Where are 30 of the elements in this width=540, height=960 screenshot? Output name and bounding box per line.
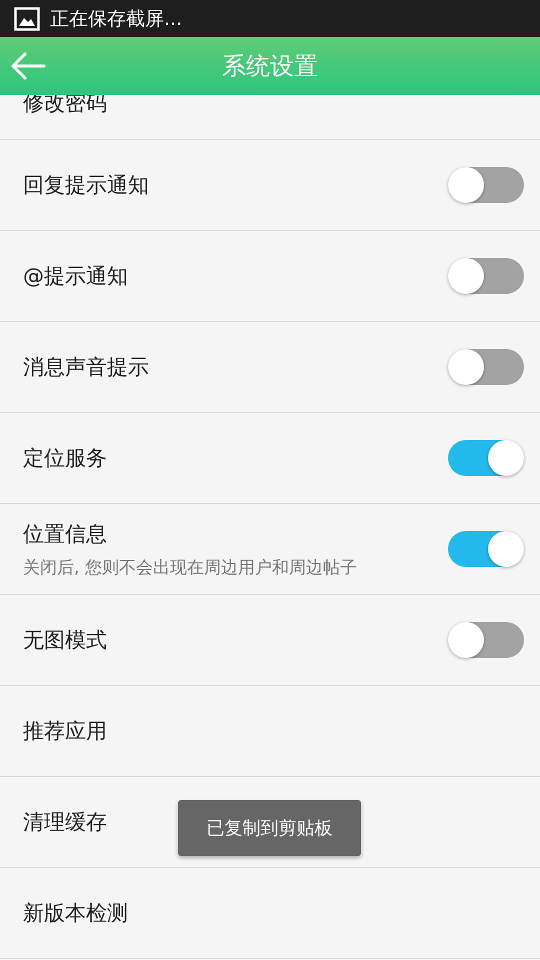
settings-row[interactable]: 新版本检测 <box>0 868 540 959</box>
settings-row[interactable]: 无图模式 <box>0 595 540 686</box>
settings-row[interactable]: 位置信息 关闭后, 您则不会出现在周边用户和周边帖子 <box>0 504 540 595</box>
settings-row[interactable]: @提示通知 <box>0 231 540 322</box>
toggle-switch[interactable] <box>448 258 524 294</box>
settings-row[interactable]: 消息声音提示 <box>0 322 540 413</box>
setting-label: 定位服务 <box>23 445 107 472</box>
setting-label: 无图模式 <box>23 627 107 654</box>
toggle-switch[interactable] <box>448 349 524 385</box>
setting-description: 关闭后, 您则不会出现在周边用户和周边帖子 <box>23 556 357 578</box>
settings-row[interactable]: 推荐应用 <box>0 686 540 777</box>
setting-label: 清理缓存 <box>23 809 107 836</box>
settings-row[interactable]: 定位服务 <box>0 413 540 504</box>
toast-message: 已复制到剪贴板 <box>178 800 361 856</box>
back-button[interactable] <box>10 52 46 80</box>
notification-text: 正在保存截屏... <box>50 6 182 32</box>
screen-title: 系统设置 <box>222 51 318 82</box>
image-icon <box>14 6 40 30</box>
toggle-switch[interactable] <box>448 440 524 476</box>
setting-label: 推荐应用 <box>23 718 107 745</box>
settings-row[interactable]: 回复提示通知 <box>0 140 540 231</box>
toggle-switch[interactable] <box>448 167 524 203</box>
setting-label: 消息声音提示 <box>23 354 149 381</box>
toggle-switch[interactable] <box>448 531 524 567</box>
back-arrow-icon <box>10 52 46 80</box>
setting-label: 位置信息 <box>23 520 108 548</box>
setting-label: 回复提示通知 <box>23 172 149 199</box>
setting-label: @提示通知 <box>23 263 128 290</box>
toggle-switch[interactable] <box>448 622 524 658</box>
setting-label: 新版本检测 <box>23 900 128 927</box>
